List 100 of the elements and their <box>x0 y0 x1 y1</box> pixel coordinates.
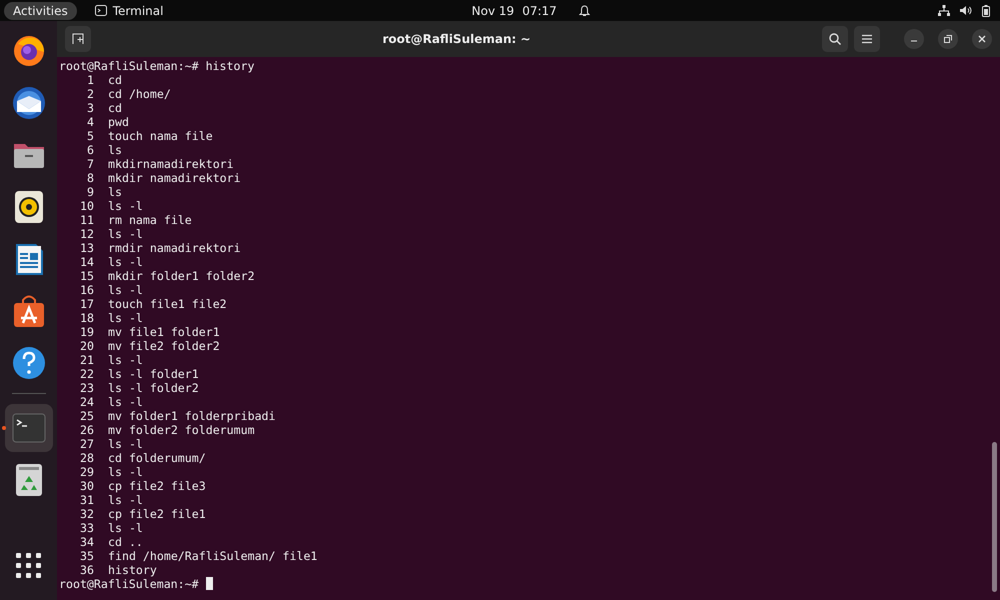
mail-icon <box>12 86 46 120</box>
history-command: ls <box>108 185 122 199</box>
line-number: 27 <box>79 437 94 451</box>
history-command: ls -l <box>108 521 143 535</box>
new-tab-icon <box>72 33 84 45</box>
new-tab-button[interactable] <box>65 26 91 52</box>
history-command: pwd <box>108 115 129 129</box>
line-number: 9 <box>86 185 94 199</box>
line-number: 2 <box>86 87 94 101</box>
history-command: cd <box>108 73 122 87</box>
line-number: 32 <box>79 507 94 521</box>
line-number: 14 <box>79 255 94 269</box>
line-number: 23 <box>79 381 94 395</box>
line-number: 1 <box>86 73 94 87</box>
close-button[interactable] <box>972 29 992 49</box>
shell-prompt: root@RafliSuleman:~# <box>59 577 199 591</box>
volume-icon[interactable] <box>960 5 972 16</box>
history-command: ls -l <box>108 353 143 367</box>
history-command: rm nama file <box>108 213 192 227</box>
history-command: cp file2 file1 <box>108 507 206 521</box>
line-number: 8 <box>86 171 94 185</box>
history-command: touch file1 file2 <box>108 297 227 311</box>
line-number: 10 <box>79 199 94 213</box>
close-icon <box>978 35 986 43</box>
line-number: 31 <box>79 493 94 507</box>
history-command: cd .. <box>108 535 143 549</box>
history-command: find /home/RafliSuleman/ file1 <box>108 549 318 563</box>
line-number: 22 <box>79 367 94 381</box>
line-number: 7 <box>86 157 94 171</box>
battery-icon[interactable] <box>982 4 990 16</box>
menu-button[interactable] <box>854 26 880 52</box>
line-number: 21 <box>79 353 94 367</box>
line-number: 11 <box>79 213 94 227</box>
shopping-bag-icon <box>12 294 46 328</box>
search-button[interactable] <box>822 26 848 52</box>
history-command: ls -l <box>108 493 143 507</box>
history-command: mv file1 folder1 <box>108 325 220 339</box>
history-command: ls -l <box>108 199 143 213</box>
line-number: 17 <box>79 297 94 311</box>
history-command: history <box>108 563 157 577</box>
history-command: ls -l <box>108 437 143 451</box>
line-number: 35 <box>79 549 94 563</box>
history-command: mv file2 folder2 <box>108 339 220 353</box>
history-command: mv folder1 folderpribadi <box>108 409 276 423</box>
history-command: rmdir namadirektori <box>108 241 241 255</box>
line-number: 26 <box>79 423 94 437</box>
bell-icon <box>578 4 590 16</box>
line-number: 4 <box>86 115 94 129</box>
history-command: cd <box>108 101 122 115</box>
line-number: 5 <box>86 129 94 143</box>
line-number: 30 <box>79 479 94 493</box>
window-title: root@RafliSuleman: ~ <box>381 32 532 46</box>
history-command: ls -l <box>108 255 143 269</box>
text-cursor <box>206 577 213 590</box>
activities-button[interactable]: Activities <box>4 2 77 20</box>
question-mark-icon <box>12 346 46 380</box>
line-number: 36 <box>79 563 94 577</box>
line-number: 24 <box>79 395 94 409</box>
line-number: 18 <box>79 311 94 325</box>
clock-time[interactable]: 07:17 <box>522 4 557 18</box>
history-command: ls -l <box>108 283 143 297</box>
line-number: 16 <box>79 283 94 297</box>
line-number: 33 <box>79 521 94 535</box>
history-command: ls -l folder2 <box>108 381 199 395</box>
command-line: root@RafliSuleman:~# history <box>59 59 254 73</box>
line-number: 25 <box>79 409 94 423</box>
history-command: ls <box>108 143 122 157</box>
line-number: 6 <box>86 143 94 157</box>
line-number: 28 <box>79 451 94 465</box>
app-menu-label[interactable]: Terminal <box>112 4 164 18</box>
history-command: mv folder2 folderumum <box>108 423 255 437</box>
history-command: ls -l <box>108 395 143 409</box>
restore-icon <box>944 35 952 43</box>
network-icon[interactable] <box>938 5 950 16</box>
history-command: touch nama file <box>108 129 213 143</box>
line-number: 19 <box>79 325 94 339</box>
restore-button[interactable] <box>938 29 958 49</box>
scrollbar-thumb[interactable] <box>992 442 997 592</box>
line-number: 15 <box>79 269 94 283</box>
menu-icon <box>861 34 873 44</box>
line-number: 29 <box>79 465 94 479</box>
line-number: 20 <box>79 339 94 353</box>
search-icon <box>829 33 841 45</box>
history-command: mkdir namadirektori <box>108 171 241 185</box>
line-number: 3 <box>86 101 94 115</box>
history-command: cd /home/ <box>108 87 171 101</box>
line-number: 12 <box>79 227 94 241</box>
history-command: cp file2 file3 <box>108 479 206 493</box>
line-number: 34 <box>79 535 94 549</box>
history-command: mkdir folder1 folder2 <box>108 269 255 283</box>
history-command: ls -l <box>108 311 143 325</box>
line-number: 13 <box>79 241 94 255</box>
history-command: mkdirnamadirektori <box>108 157 234 171</box>
history-command: cd folderumum/ <box>108 451 206 465</box>
history-command: ls -l <box>108 227 143 241</box>
terminal-icon <box>94 5 107 16</box>
history-command: ls -l folder1 <box>108 367 199 381</box>
clock-date[interactable]: Nov 19 <box>472 4 514 18</box>
history-command: ls -l <box>108 465 143 479</box>
terminal-icon <box>12 411 46 445</box>
